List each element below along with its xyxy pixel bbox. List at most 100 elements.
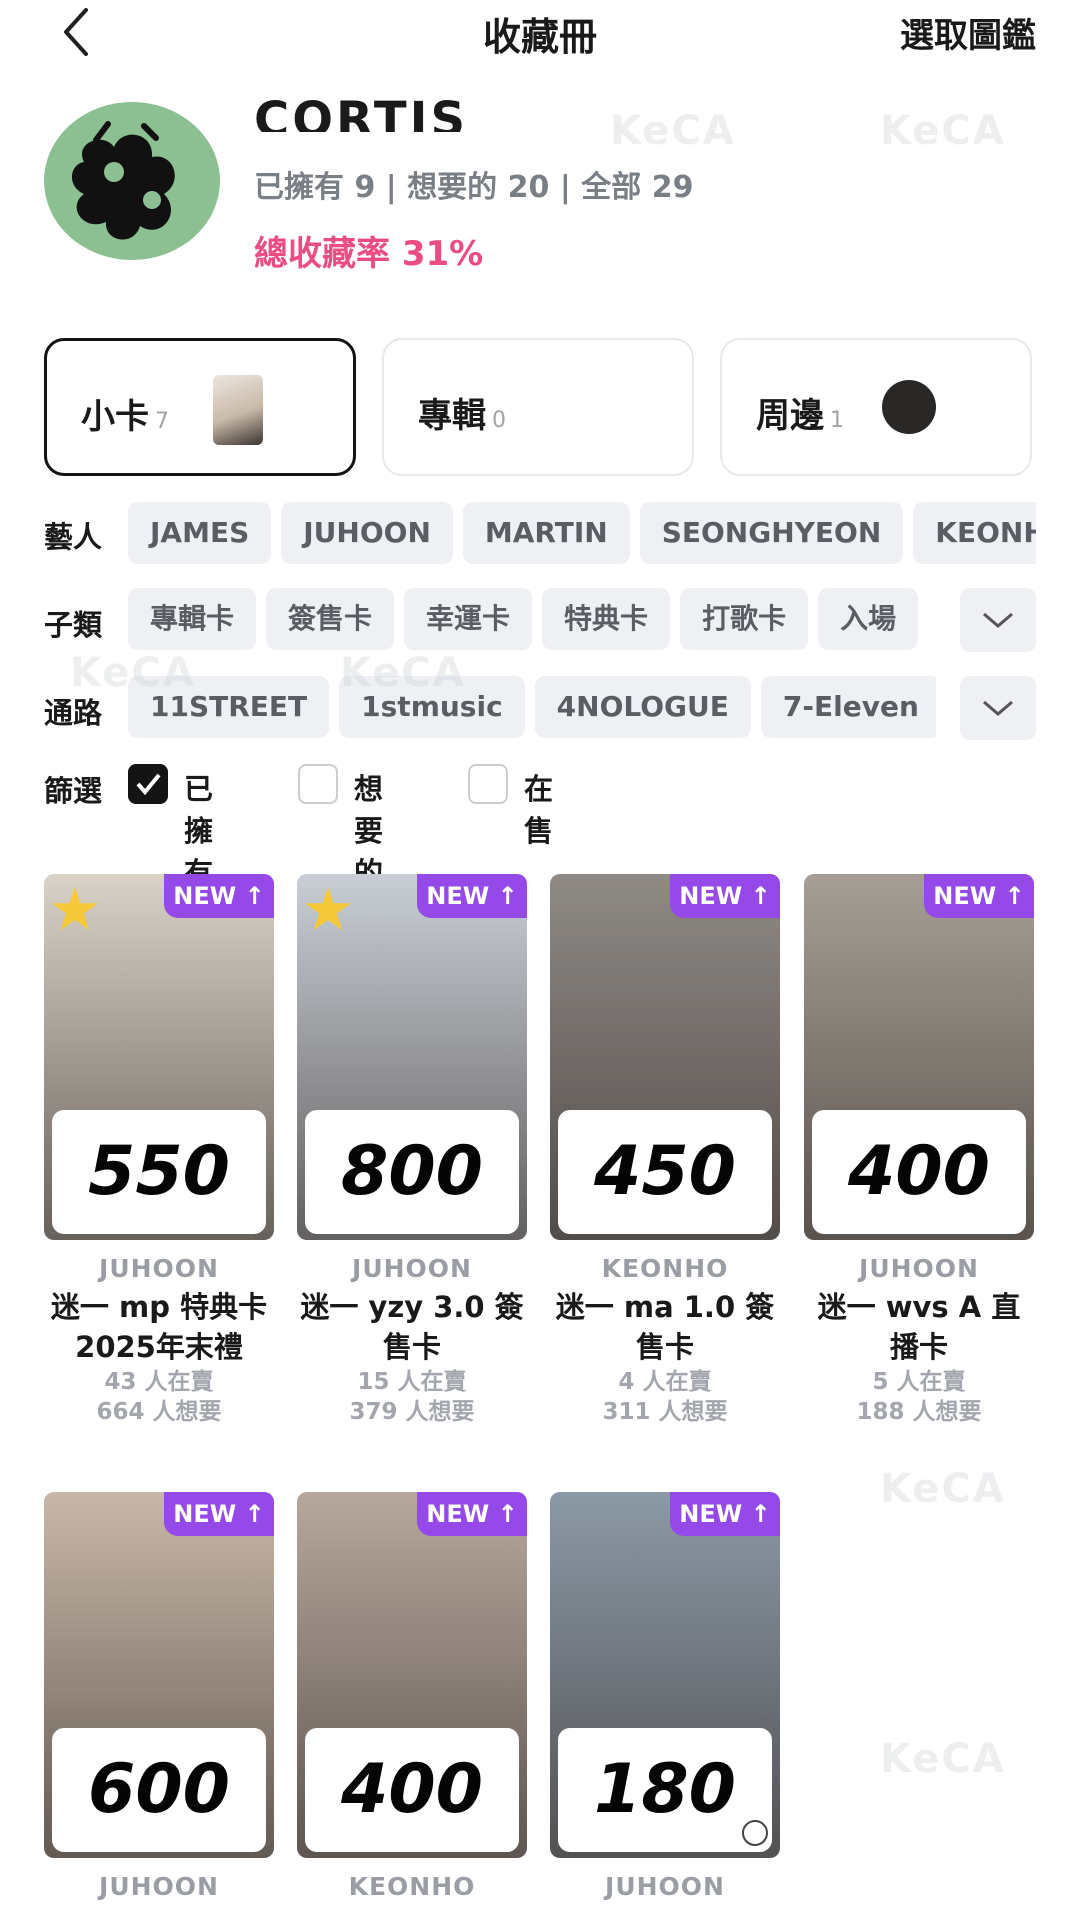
group-logo-icon — [71, 121, 175, 240]
photocard-image: NEW ↑ 180 — [550, 1492, 780, 1858]
check-circle-icon — [742, 1820, 768, 1846]
channel-chip[interactable]: 1stmusic — [339, 676, 525, 738]
channel-chip[interactable]: 4NOLOGUE — [534, 676, 751, 738]
wanting-count: 311 人想要 — [602, 1399, 728, 1425]
category-thumbnail — [213, 375, 263, 445]
photocard-image: ★ NEW ↑ 800 — [297, 874, 527, 1240]
channel-chip-row: 11STREET1stmusic4NOLOGUE7-Eleven8 — [128, 676, 936, 740]
price-label: 400 — [812, 1110, 1026, 1234]
card-artist: JUHOON — [859, 1254, 979, 1283]
card-artist: KEONHO — [601, 1254, 729, 1283]
subtype-chip[interactable]: 專輯卡 — [128, 588, 257, 650]
star-icon: ★ — [48, 875, 102, 945]
photocard-image: NEW ↑ 400 — [804, 874, 1034, 1240]
category-tab-photocard[interactable]: 小卡 7 — [44, 338, 356, 476]
category-count: 1 — [830, 408, 844, 433]
category-label: 專輯 0 — [418, 388, 506, 437]
watermark: KeCA — [880, 1736, 1006, 1782]
watermark: KeCA — [610, 108, 736, 154]
subtype-expand-button[interactable] — [960, 588, 1036, 652]
category-tab-album[interactable]: 專輯 0 — [382, 338, 694, 476]
category-name: 專輯 — [418, 396, 486, 436]
category-tab-merch[interactable]: 周邊 1 — [720, 338, 1032, 476]
subtype-chip[interactable]: 特典卡 — [542, 588, 671, 650]
watermark: KeCA — [880, 108, 1006, 154]
subtype-filter-label: 子類 — [44, 608, 103, 642]
photocard-image: ★ NEW ↑ 550 — [44, 874, 274, 1240]
artist-filter-label: 藝人 — [44, 520, 103, 554]
artist-chip[interactable]: SEONGHYEON — [639, 502, 904, 564]
channel-filter-label: 通路 — [44, 696, 103, 730]
price-label: 600 — [52, 1728, 266, 1852]
on-sale-filter-label: 在售 — [524, 772, 554, 848]
selling-count: 15 人在賣 — [357, 1369, 467, 1395]
card-name: 迷一 yzy 3.0 簽售卡 — [300, 1290, 524, 1364]
checkmark-icon — [136, 773, 161, 796]
star-icon: ★ — [301, 875, 355, 945]
group-name: CORTIS — [254, 92, 469, 132]
photocard-image: NEW ↑ 400 — [297, 1492, 527, 1858]
new-badge: NEW ↑ — [417, 874, 527, 918]
category-label: 周邊 1 — [756, 388, 844, 437]
photocard-image: NEW ↑ 450 — [550, 874, 780, 1240]
collection-rate: 總收藏率 31% — [254, 234, 484, 274]
artist-chip[interactable]: JAMES — [128, 502, 272, 564]
subtype-chip[interactable]: 簽售卡 — [266, 588, 395, 650]
channel-chip[interactable]: 7-Eleven — [760, 676, 936, 738]
watermark: KeCA — [880, 1466, 1006, 1512]
screen-filter-label: 篩選 — [44, 774, 103, 808]
channel-chip[interactable]: 11STREET — [128, 676, 330, 738]
photocard-item[interactable]: NEW ↑ 400 JUHOON 迷一 wvs A 直播卡 5 人在賣 188 人想要 — [804, 874, 1034, 1427]
photocard-item[interactable]: ★ NEW ↑ 800 JUHOON 迷一 yzy 3.0 簽售卡 15 人在賣 379 人… — [297, 874, 527, 1427]
price-label: 450 — [558, 1110, 772, 1234]
subtype-chip-row: 專輯卡 簽售卡 幸運卡 特典卡 打歌卡 入場 — [128, 588, 956, 652]
new-badge: NEW ↑ — [417, 1492, 527, 1536]
new-badge: NEW ↑ — [670, 874, 780, 918]
category-count: 7 — [155, 409, 169, 434]
wanting-count: 379 人想要 — [349, 1399, 475, 1425]
select-collection-button[interactable]: 選取圖鑑 — [900, 8, 1036, 57]
channel-expand-button[interactable] — [960, 676, 1036, 740]
top-bar: 收藏冊 選取圖鑑 — [0, 0, 1080, 64]
subtype-chip[interactable]: 打歌卡 — [680, 588, 809, 650]
new-badge: NEW ↑ — [164, 1492, 274, 1536]
photocard-item[interactable]: NEW ↑ 400 KEONHO — [297, 1492, 527, 1901]
selling-count: 43 人在賣 — [104, 1369, 214, 1395]
photocard-item[interactable]: NEW ↑ 180 JUHOON — [550, 1492, 780, 1901]
price-label: 800 — [305, 1110, 519, 1234]
photocard-image: NEW ↑ 600 — [44, 1492, 274, 1858]
owned-checkbox[interactable] — [128, 764, 168, 804]
subtype-chip[interactable]: 幸運卡 — [404, 588, 533, 650]
selling-count: 5 人在賣 — [872, 1369, 966, 1395]
new-badge: NEW ↑ — [670, 1492, 780, 1536]
price-label: 180 — [558, 1728, 772, 1852]
wanting-count: 188 人想要 — [856, 1399, 982, 1425]
artist-chip[interactable]: MARTIN — [462, 502, 630, 564]
wanted-checkbox[interactable] — [298, 764, 338, 804]
card-artist: JUHOON — [605, 1872, 725, 1901]
artist-chip[interactable]: JUHOON — [281, 502, 453, 564]
artist-chip[interactable]: KEONHO — [913, 502, 1036, 564]
photocard-item[interactable]: ★ NEW ↑ 550 JUHOON 迷一 mp 特典卡 2025年末禮 43 人在賣 66… — [44, 874, 274, 1427]
category-thumbnail — [882, 380, 936, 434]
on-sale-checkbox[interactable] — [468, 764, 508, 804]
group-avatar — [44, 102, 220, 260]
photocard-item[interactable]: NEW ↑ 450 KEONHO 迷一 ma 1.0 簽售卡 4 人在賣 311 人想要 — [550, 874, 780, 1427]
photocard-item[interactable]: NEW ↑ 600 JUHOON — [44, 1492, 274, 1901]
card-artist: JUHOON — [352, 1254, 472, 1283]
category-count: 0 — [492, 408, 506, 433]
price-label: 550 — [52, 1110, 266, 1234]
card-name: 迷一 ma 1.0 簽售卡 — [555, 1290, 775, 1364]
new-badge: NEW ↑ — [164, 874, 274, 918]
wanted-count: 想要的 20 — [407, 170, 550, 205]
separator: | — [559, 170, 582, 205]
subtype-chip[interactable]: 入場 — [818, 588, 919, 650]
category-name: 周邊 — [756, 396, 824, 436]
card-artist: JUHOON — [99, 1254, 219, 1283]
wanting-count: 664 人想要 — [96, 1399, 222, 1425]
chevron-down-icon — [983, 612, 1013, 628]
category-label: 小卡 7 — [81, 389, 169, 438]
price-label: 400 — [305, 1728, 519, 1852]
total-count: 全部 29 — [581, 170, 694, 205]
card-artist: JUHOON — [99, 1872, 219, 1901]
